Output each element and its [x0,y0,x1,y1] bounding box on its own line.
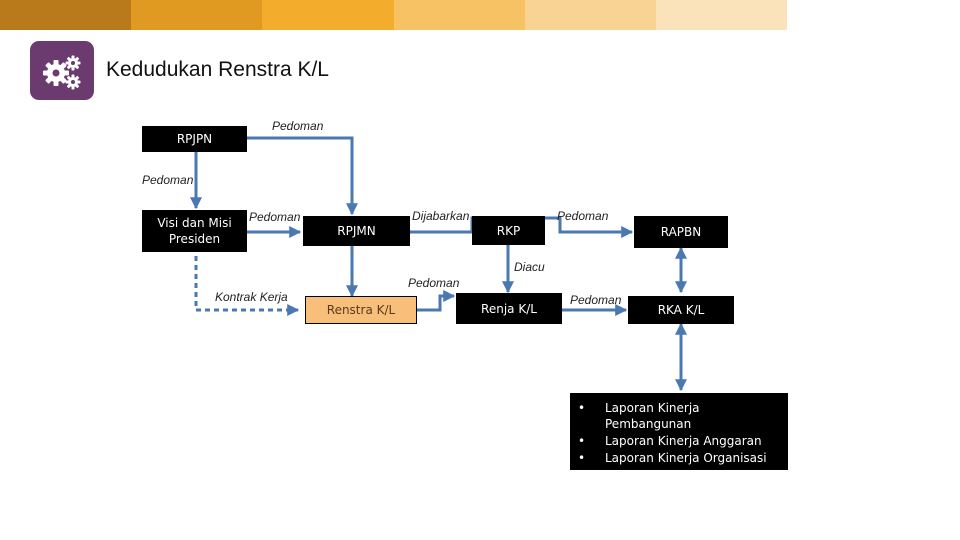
box-visi-misi: Visi dan Misi Presiden [142,210,247,252]
arrow-renstra-renja [417,290,456,312]
box-rpjmn-label: RPJMN [337,224,376,238]
label-dijabarkan: Dijabarkan [412,209,470,223]
bullet: • [578,401,586,415]
box-rkp: RKP [472,216,545,245]
box-rpjpn: RPJPN [142,126,247,152]
label-pedoman-visi: Pedoman [249,210,301,224]
box-renja-label: Renja K/L [481,301,537,316]
box-renstra: Renstra K/L [305,296,417,324]
label-pedoman-left: Pedoman [142,173,194,187]
label-pedoman-renja: Pedoman [570,293,622,307]
label-pedoman-top: Pedoman [272,119,324,133]
label-pedoman-renstra: Pedoman [408,276,460,290]
label-kontrak-kerja: Kontrak Kerja [215,290,288,304]
reports-box: • Laporan Kinerja Pembangunan • Laporan … [570,393,788,470]
box-renstra-label: Renstra K/L [326,303,396,317]
report-text: Laporan Kinerja Pembangunan [605,401,700,431]
box-rapbn-label: RAPBN [660,225,702,239]
bullet: • [578,434,586,448]
report-text: Laporan Kinerja Anggaran [605,434,762,448]
report-text: Laporan Kinerja Organisasi [605,451,767,465]
box-rkp-label: RKP [496,223,521,238]
box-rapbn: RAPBN [634,216,728,248]
box-visi-label-1: Visi dan Misi [157,216,232,230]
bullet: • [578,451,586,465]
box-rka: RKA K/L [628,296,734,324]
flow-connectors [190,136,687,392]
label-diacu: Diacu [514,260,545,274]
label-pedoman-rkp: Pedoman [557,209,609,223]
box-renja: Renja K/L [456,293,562,324]
arrow-rpjpn-rpjmn [247,136,358,216]
box-visi-label-2: Presiden [168,232,221,246]
box-rka-label: RKA K/L [657,303,705,317]
box-rpjmn: RPJMN [303,216,410,246]
box-rpjpn-label: RPJPN [176,132,213,146]
